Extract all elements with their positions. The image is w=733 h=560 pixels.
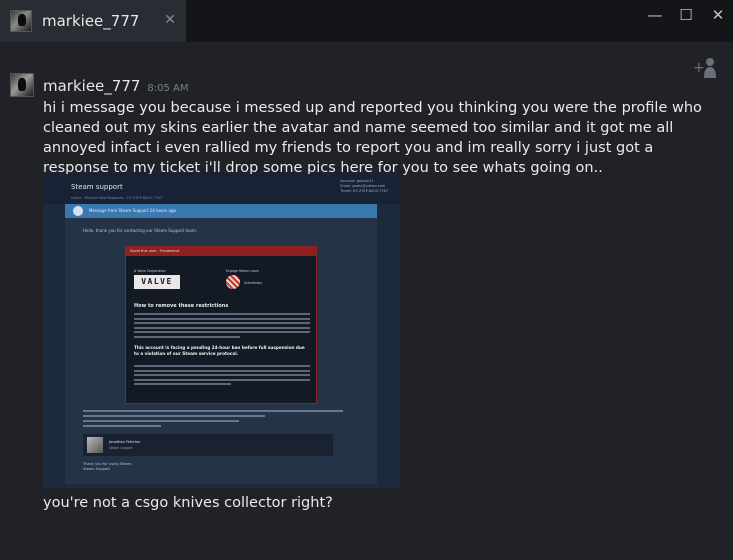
moderator-card: Jonathan Fletcher Steam support — [83, 434, 333, 456]
maximize-button[interactable]: ☐ — [673, 6, 699, 24]
user-avatar-icon — [226, 275, 240, 289]
screenshot-account: Account: gansky12 Email: gsxky@yahoo.com… — [340, 179, 388, 193]
scrollbar[interactable] — [727, 42, 733, 560]
steam-icon — [73, 206, 83, 216]
message-text: hi i message you because i messed up and… — [43, 100, 702, 176]
screenshot-body-lines-2 — [83, 420, 343, 429]
engage-label: Engage Steam users — [226, 269, 259, 273]
screenshot-title: Steam support — [71, 183, 123, 191]
minimize-button[interactable]: — — [642, 6, 668, 24]
followup-message: you're not a csgo knives collector right… — [43, 495, 333, 511]
screenshot-header: Steam support Account: gansky12 Email: g… — [43, 174, 400, 204]
screenshot-breadcrumb: Home › Recent Help Requests › H7-2TEP-80… — [71, 196, 162, 200]
tab-avatar — [10, 10, 32, 32]
chat-tab[interactable]: markiee_777 ✕ — [0, 0, 186, 42]
tab-title: markiee_777 — [42, 12, 140, 30]
chat-panel: + markiee_777 8:05 AM hi i message you b… — [0, 42, 733, 560]
add-user-icon[interactable]: + — [693, 56, 719, 80]
moderator-avatar — [87, 437, 103, 453]
valve-label: A Valve Corporation — [134, 269, 166, 273]
screenshot-signoff: Thank you for using Steam, Steam Support — [83, 462, 133, 471]
sender-name[interactable]: markiee_777 — [43, 77, 140, 95]
svg-text:+: + — [693, 60, 705, 76]
moderator-role: Steam support — [109, 446, 133, 450]
avatar[interactable] — [10, 73, 34, 97]
attached-screenshot[interactable]: Steam support Account: gansky12 Email: g… — [43, 174, 400, 488]
message-header: markiee_777 8:05 AM — [43, 77, 189, 95]
valve-logo: VALVE — [134, 275, 180, 289]
ban-warning: This account is facing a pending 24-hour… — [134, 345, 305, 356]
fraud-notice: Avoid this user - Fraudulent A Valve Cor… — [125, 246, 317, 404]
restrictions-heading: How to remove these restrictions — [134, 303, 229, 309]
engage-name: rhaindiskey — [244, 281, 263, 285]
screenshot-bar: Message from Steam Support 24 hours ago — [65, 204, 377, 218]
title-bar: markiee_777 ✕ — ☐ ✕ — [0, 0, 733, 42]
notice-body-lines — [134, 313, 310, 340]
close-icon[interactable]: ✕ — [164, 12, 176, 28]
notice-header: Avoid this user - Fraudulent — [126, 247, 316, 256]
message-time: 8:05 AM — [147, 83, 189, 94]
notice-body-lines-2 — [134, 365, 310, 388]
moderator-name: Jonathan Fletcher — [109, 440, 141, 444]
screenshot-greeting: Hello, thank you for contacting our Stea… — [83, 228, 197, 233]
close-window-button[interactable]: ✕ — [705, 6, 731, 24]
screenshot-body-lines — [83, 410, 343, 419]
screenshot-panel: Message from Steam Support 24 hours ago … — [65, 204, 377, 484]
